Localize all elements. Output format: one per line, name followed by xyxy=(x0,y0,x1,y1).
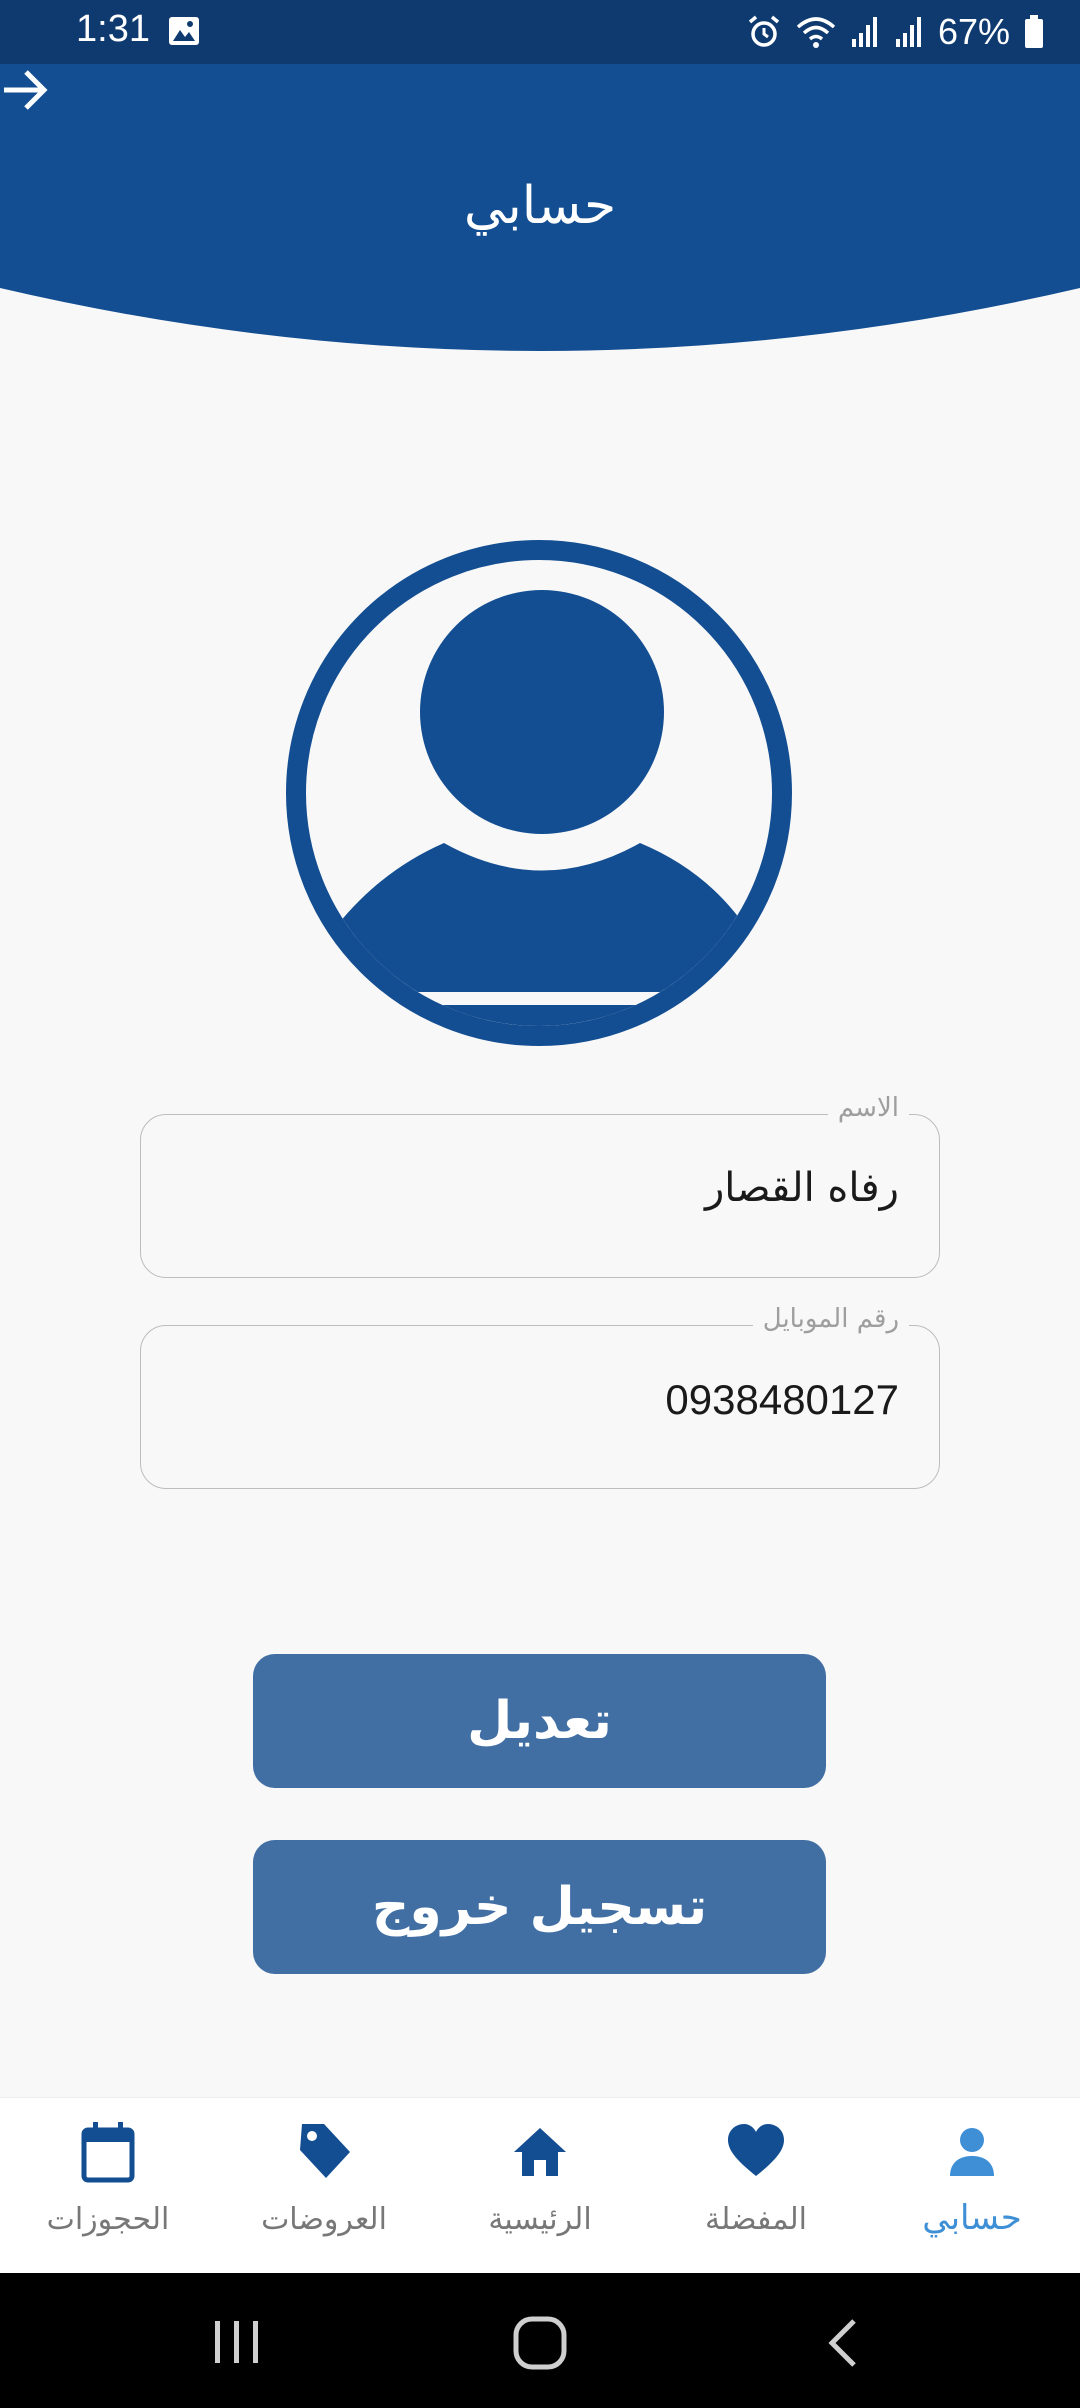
status-bar: 1:31 67% xyxy=(0,0,1080,64)
home-button-icon[interactable] xyxy=(512,2315,568,2371)
nav-item-favorites[interactable]: المفضلة xyxy=(648,2098,864,2274)
nav-item-account[interactable]: حسابي xyxy=(864,2098,1080,2274)
mobile-field-value: 0938480127 xyxy=(665,1376,899,1423)
nav-item-home[interactable]: الرئيسية xyxy=(432,2098,648,2274)
user-avatar-icon xyxy=(286,540,792,1046)
back-button-icon[interactable] xyxy=(820,2315,864,2371)
name-field-label: الاسم xyxy=(827,1093,909,1123)
alarm-icon xyxy=(748,15,780,47)
system-navigation-bar xyxy=(0,2273,1080,2408)
battery-icon xyxy=(1025,15,1043,48)
nav-label-home: الرئيسية xyxy=(488,2202,592,2237)
calendar-icon xyxy=(81,2122,135,2183)
nav-item-offers[interactable]: العروضات xyxy=(216,2098,432,2274)
mobile-field[interactable]: رقم الموبايل 0938480127 xyxy=(140,1304,940,1489)
nav-label-account: حسابي xyxy=(922,2198,1022,2238)
page-title: حسابي xyxy=(463,176,617,236)
person-icon xyxy=(950,2128,994,2176)
arrow-right-icon[interactable] xyxy=(0,64,52,116)
recent-apps-icon[interactable] xyxy=(212,2317,262,2367)
header: حسابي xyxy=(0,64,1080,364)
status-time: 1:31 xyxy=(76,8,150,50)
nav-label-bookings: الحجوزات xyxy=(46,2202,170,2237)
tag-icon xyxy=(300,2124,350,2178)
heart-icon xyxy=(728,2124,784,2176)
gallery-notification-icon xyxy=(169,17,199,45)
name-field[interactable]: الاسم رفاه القصار xyxy=(140,1093,940,1278)
mobile-field-label: رقم الموبايل xyxy=(752,1304,909,1334)
battery-percent: 67% xyxy=(937,11,1010,52)
nav-label-offers: العروضات xyxy=(261,2202,387,2237)
name-field-value: رفاه القصار xyxy=(704,1165,899,1211)
signal-icon-2 xyxy=(895,17,921,47)
home-icon xyxy=(514,2128,566,2176)
nav-label-favorites: المفضلة xyxy=(704,2202,808,2237)
bottom-navigation: الحجوزات العروضات الرئيسية المفضلة حسابي xyxy=(0,2097,1080,2274)
edit-button[interactable]: تعديل xyxy=(253,1654,826,1788)
nav-item-bookings[interactable]: الحجوزات xyxy=(0,2098,216,2274)
status-icons: 67% xyxy=(746,8,1044,56)
signal-icon-1 xyxy=(851,17,877,47)
logout-button[interactable]: تسجيل خروج xyxy=(253,1840,826,1974)
wifi-icon xyxy=(796,17,836,48)
